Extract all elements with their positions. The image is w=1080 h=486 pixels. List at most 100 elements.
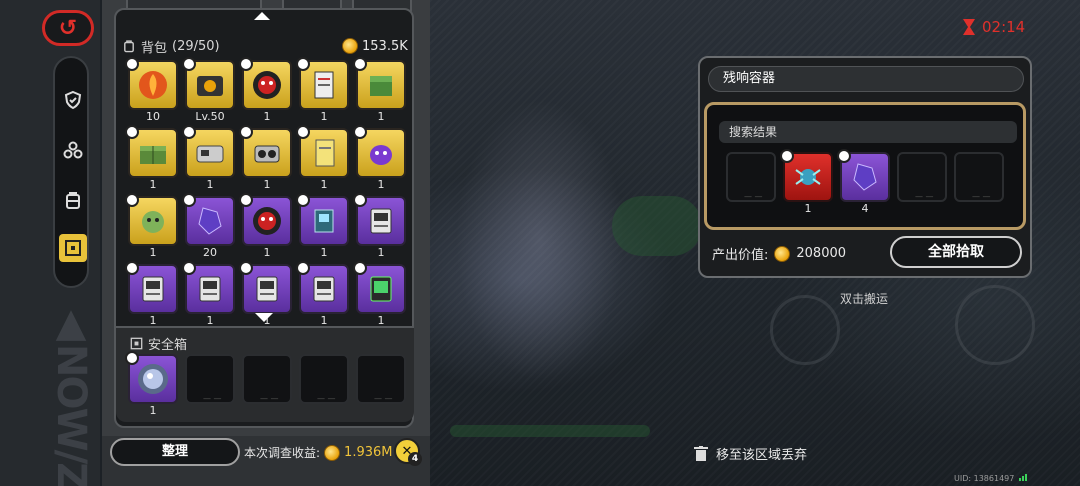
item-slot[interactable]: 1 bbox=[239, 125, 292, 192]
item-slot[interactable]: 1 bbox=[296, 125, 349, 192]
rarity-marker-icon bbox=[125, 351, 139, 365]
green-cube-icon bbox=[370, 76, 392, 96]
empty-slot-dash: — — bbox=[317, 394, 336, 403]
green-crate-icon bbox=[140, 146, 166, 164]
back-arrow-icon: ↺ bbox=[58, 15, 78, 41]
item-slot[interactable]: 1 bbox=[125, 125, 178, 192]
earnings-display: 本次调查收益: 1.936M bbox=[244, 444, 392, 461]
item-count: 1 bbox=[377, 246, 385, 259]
orb-icon bbox=[138, 364, 168, 394]
scroll-up-icon[interactable] bbox=[254, 12, 270, 20]
backpack-tab[interactable] bbox=[59, 186, 87, 214]
nodes-icon bbox=[63, 141, 83, 159]
item-slot[interactable]: 1 bbox=[296, 261, 349, 328]
item-slot[interactable]: 1 bbox=[353, 261, 406, 328]
empty-slot: — — bbox=[897, 152, 947, 216]
data-card-icon bbox=[313, 276, 335, 302]
discard-zone[interactable]: 移至该区域丢弃 bbox=[694, 444, 807, 463]
yellow-card-icon bbox=[315, 139, 335, 167]
scene-decoration bbox=[450, 425, 650, 437]
item-count: 1 bbox=[377, 178, 385, 191]
rarity-marker-icon bbox=[182, 193, 196, 207]
item-slot[interactable]: 1 bbox=[182, 261, 235, 328]
safe-icon bbox=[130, 337, 143, 350]
rarity-marker-icon bbox=[125, 57, 139, 71]
container-tab[interactable] bbox=[59, 234, 87, 262]
item-count: 20 bbox=[203, 246, 217, 259]
item-slot[interactable]: 1 bbox=[353, 193, 406, 260]
loot-summary-button[interactable]: ✕ 4 bbox=[394, 438, 422, 466]
shield-tab[interactable] bbox=[59, 86, 87, 114]
item-slot[interactable]: 4 bbox=[837, 149, 890, 216]
trash-icon bbox=[694, 445, 708, 461]
item-slot[interactable]: 1 bbox=[353, 125, 406, 192]
team-tab[interactable] bbox=[59, 136, 87, 164]
item-count: 1 bbox=[149, 178, 157, 191]
crystal-icon bbox=[853, 163, 877, 191]
sort-button[interactable]: 整理 bbox=[110, 438, 240, 466]
data-card-icon bbox=[256, 276, 278, 302]
backpack-footer: 整理 本次调查收益: 1.936M ✕ 4 bbox=[102, 436, 430, 486]
output-label: 产出价值: bbox=[712, 248, 769, 263]
hourglass-icon bbox=[963, 19, 975, 35]
backpack-panel: 背包 (29/50) 153.5K 10 Lv.50 1 1 1 1 1 1 1 1 1 20 1 1 1 1… bbox=[102, 0, 430, 486]
crystal-icon bbox=[198, 207, 222, 235]
scene-decoration bbox=[955, 285, 1035, 365]
backpack-icon bbox=[124, 40, 134, 53]
safebox-title: 安全箱 bbox=[148, 338, 188, 353]
rarity-marker-icon bbox=[296, 261, 310, 275]
side-nav bbox=[53, 56, 89, 288]
coin-icon bbox=[342, 38, 358, 54]
document-icon bbox=[314, 71, 334, 99]
item-slot[interactable]: 20 bbox=[182, 193, 235, 260]
rarity-marker-icon bbox=[182, 125, 196, 139]
empty-slot-dash: — — bbox=[744, 192, 763, 201]
rarity-marker-icon bbox=[125, 193, 139, 207]
currency-amount: 153.5K bbox=[362, 38, 408, 54]
item-count: 1 bbox=[320, 178, 328, 191]
rarity-marker-icon bbox=[837, 149, 851, 163]
item-count: 1 bbox=[263, 246, 271, 259]
item-slot[interactable]: 1 bbox=[239, 193, 292, 260]
backpack-header: 背包 (29/50) bbox=[122, 36, 220, 56]
scroll-down-icon[interactable] bbox=[255, 313, 273, 322]
item-slot[interactable]: 1 bbox=[780, 149, 833, 216]
item-slot[interactable]: 1 bbox=[125, 261, 178, 328]
round-timer: 02:14 bbox=[962, 18, 1025, 36]
item-count: 1 bbox=[149, 246, 157, 259]
item-count: 1 bbox=[149, 404, 157, 417]
rarity-marker-icon bbox=[296, 193, 310, 207]
rarity-marker-icon bbox=[182, 57, 196, 71]
chip-icon bbox=[314, 209, 334, 233]
rarity-marker-icon bbox=[182, 261, 196, 275]
container-title: 残响容器 bbox=[708, 66, 1024, 92]
scene-decoration bbox=[612, 196, 702, 256]
item-slot[interactable]: Lv.50 bbox=[182, 57, 235, 124]
data-card-icon bbox=[142, 276, 164, 302]
item-slot[interactable]: 1 bbox=[125, 351, 178, 418]
pick-all-button[interactable]: 全部拾取 bbox=[890, 236, 1022, 268]
empty-slot: — — bbox=[242, 354, 292, 418]
binoculars-icon bbox=[254, 145, 280, 163]
item-slot[interactable]: 1 bbox=[296, 193, 349, 260]
back-button[interactable]: ↺ bbox=[42, 10, 94, 46]
coin-icon bbox=[774, 245, 791, 262]
item-count: 1 bbox=[804, 202, 812, 215]
item-slot[interactable]: 1 bbox=[296, 57, 349, 124]
empty-slot: — — bbox=[356, 354, 406, 418]
output-value-display: 产出价值: 208000 bbox=[712, 244, 846, 263]
item-slot[interactable]: 10 bbox=[125, 57, 178, 124]
search-results-header: 搜索结果 bbox=[719, 121, 1017, 143]
rarity-marker-icon bbox=[353, 57, 367, 71]
engine-icon bbox=[197, 76, 223, 96]
empty-slot: — — bbox=[726, 152, 776, 216]
item-slot[interactable]: 1 bbox=[125, 193, 178, 260]
box-icon bbox=[65, 240, 81, 256]
item-count: 4 bbox=[861, 202, 869, 215]
purple-creature-icon bbox=[370, 145, 392, 165]
item-slot[interactable]: 1 bbox=[239, 57, 292, 124]
item-slot[interactable]: 1 bbox=[353, 57, 406, 124]
item-slot[interactable]: 1 bbox=[182, 125, 235, 192]
discard-label: 移至该区域丢弃 bbox=[716, 448, 808, 463]
red-mask-icon bbox=[253, 71, 281, 99]
